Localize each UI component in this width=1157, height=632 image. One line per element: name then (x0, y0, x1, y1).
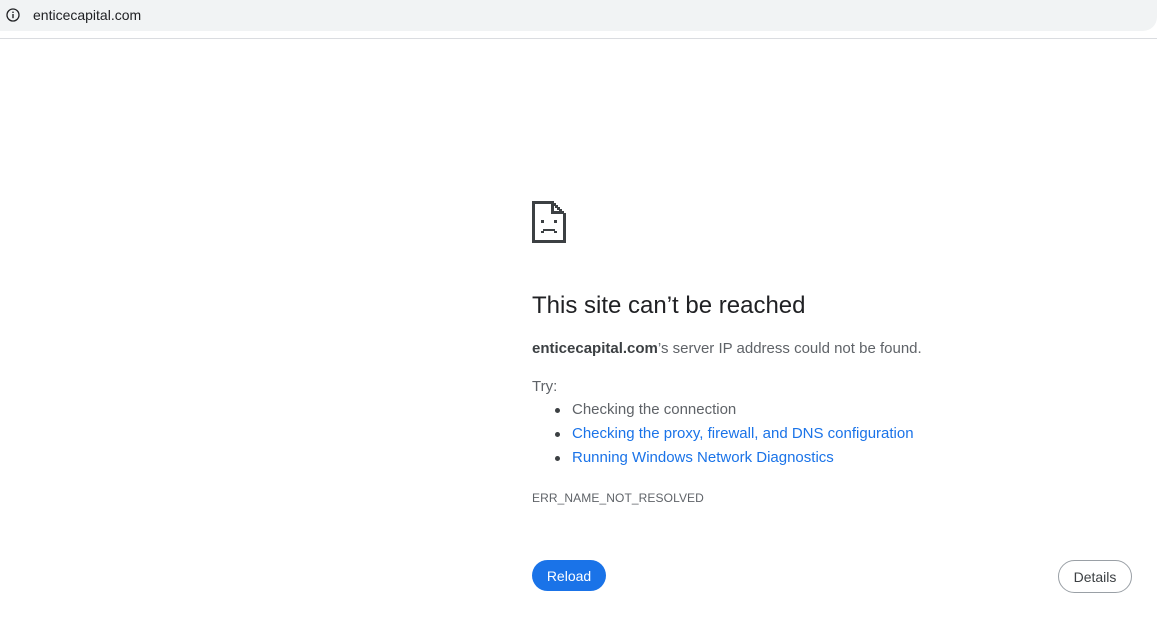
toolbar-divider (0, 38, 1157, 39)
bullet-icon (555, 408, 560, 413)
try-label: Try: (532, 378, 558, 395)
suggestion-check-connection: Checking the connection (572, 401, 737, 418)
suggestion-item: Checking the connection (532, 400, 914, 424)
bullet-icon (555, 456, 560, 461)
url-text[interactable]: enticecapital.com (33, 6, 141, 24)
error-message: ’s server IP address could not be found. (657, 340, 922, 357)
suggestion-item: Running Windows Network Diagnostics (532, 448, 914, 472)
suggestion-item: Checking the proxy, firewall, and DNS co… (532, 424, 914, 448)
error-summary: enticecapital.com’s server IP address co… (532, 339, 922, 359)
suggestion-list: Checking the connection Checking the pro… (532, 400, 914, 472)
details-button[interactable]: Details (1058, 560, 1132, 593)
sad-page-icon (532, 201, 566, 243)
suggestion-network-diagnostics-link[interactable]: Running Windows Network Diagnostics (572, 449, 834, 466)
address-bar[interactable]: enticecapital.com (0, 0, 1157, 31)
error-code: ERR_NAME_NOT_RESOLVED (532, 491, 704, 505)
error-domain: enticecapital.com (532, 340, 658, 357)
bullet-icon (555, 432, 560, 437)
suggestion-check-proxy-link[interactable]: Checking the proxy, firewall, and DNS co… (572, 425, 914, 442)
info-icon[interactable] (6, 8, 20, 22)
page-title: This site can’t be reached (532, 292, 806, 319)
reload-button[interactable]: Reload (532, 560, 606, 591)
